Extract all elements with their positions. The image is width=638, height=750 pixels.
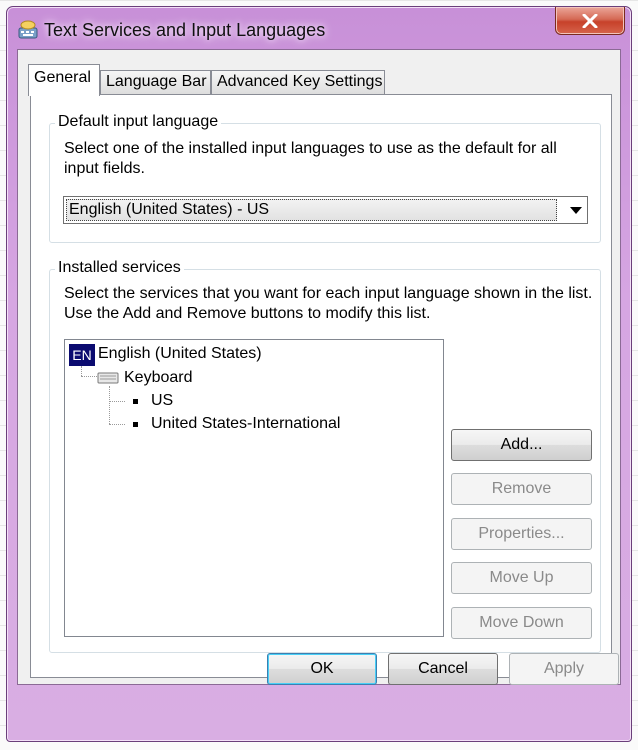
tab-language-bar[interactable]: Language Bar <box>100 70 211 95</box>
installed-services-tree[interactable]: EN English (United States) Keyboard US U… <box>64 339 444 637</box>
tree-connector <box>109 424 125 425</box>
move-down-button[interactable]: Move Down <box>451 607 592 639</box>
move-up-button-label: Move Up <box>489 569 554 586</box>
default-input-language-dropdown[interactable]: English (United States) - US <box>63 196 588 224</box>
tree-connector <box>81 366 82 376</box>
tree-item-keyboard[interactable]: Keyboard <box>124 369 193 387</box>
properties-button-label: Properties... <box>478 525 565 542</box>
apply-button[interactable]: Apply <box>509 653 619 685</box>
tree-connector <box>109 386 110 424</box>
general-tab-panel: Default input language Select one of the… <box>30 94 612 678</box>
remove-button[interactable]: Remove <box>451 473 592 505</box>
cancel-button-label: Cancel <box>418 660 468 677</box>
remove-button-label: Remove <box>491 480 552 497</box>
move-up-button[interactable]: Move Up <box>451 562 592 594</box>
dialog-client-area: General Language Bar Advanced Key Settin… <box>17 49 621 685</box>
bullet-icon <box>133 422 138 427</box>
dropdown-selected-value: English (United States) - US <box>66 199 557 221</box>
tab-language-bar-label: Language Bar <box>106 73 207 90</box>
tab-general[interactable]: General <box>28 64 100 96</box>
close-button[interactable] <box>555 7 625 35</box>
installed-services-label: Installed services <box>55 259 184 277</box>
tab-general-label: General <box>34 69 91 86</box>
default-input-language-label: Default input language <box>55 113 222 131</box>
language-badge: EN <box>69 344 95 366</box>
window-title: Text Services and Input Languages <box>44 20 326 40</box>
tree-item-united-states-international[interactable]: United States-International <box>151 415 340 433</box>
default-input-description-1: Select one of the installed input langua… <box>64 140 557 157</box>
tab-advanced-key-settings[interactable]: Advanced Key Settings <box>211 70 385 95</box>
keyboard-icon <box>97 370 119 389</box>
cancel-button[interactable]: Cancel <box>388 653 498 685</box>
bullet-icon <box>133 399 138 404</box>
tree-item-us[interactable]: US <box>151 392 173 410</box>
tab-advanced-key-settings-label: Advanced Key Settings <box>217 73 383 90</box>
apply-button-label: Apply <box>543 660 585 677</box>
language-app-icon <box>17 19 39 41</box>
properties-button[interactable]: Properties... <box>451 518 592 550</box>
chevron-down-icon <box>570 207 582 214</box>
tree-connector <box>81 376 97 377</box>
ok-button-label: OK <box>310 660 334 677</box>
ok-button[interactable]: OK <box>267 653 377 685</box>
installed-services-description-2: Use the Add and Remove buttons to modify… <box>64 305 431 322</box>
title-bar[interactable]: Text Services and Input Languages <box>7 7 631 51</box>
add-button-label: Add... <box>500 436 543 453</box>
installed-services-description-1: Select the services that you want for ea… <box>64 285 593 302</box>
dialog-window: Text Services and Input Languages Genera… <box>6 6 632 742</box>
tree-item-language[interactable]: English (United States) <box>98 345 262 363</box>
tree-connector <box>109 401 125 402</box>
default-input-description-2: input fields. <box>64 160 145 177</box>
close-icon <box>582 13 598 28</box>
add-button[interactable]: Add... <box>451 429 592 461</box>
move-down-button-label: Move Down <box>479 614 564 631</box>
